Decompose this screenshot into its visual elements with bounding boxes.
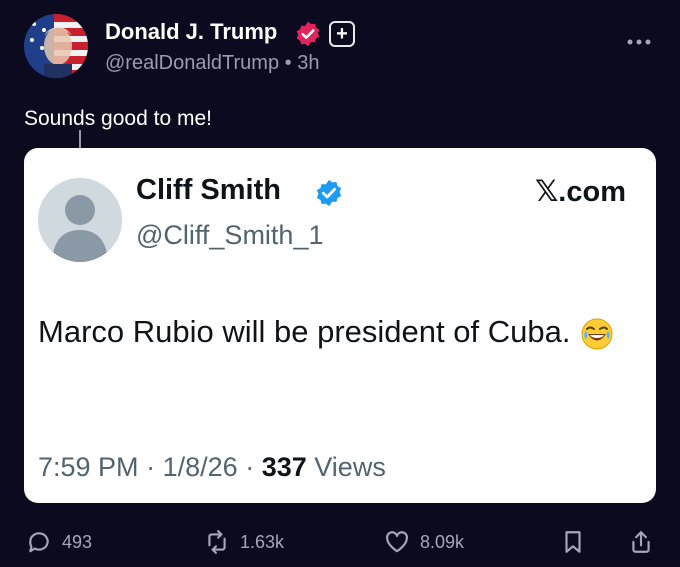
bookmark-icon [565, 531, 581, 553]
meta-separator: · [146, 452, 156, 482]
author-handle: @realDonaldTrump • 3h [105, 52, 319, 75]
separator-dot: • [284, 52, 292, 74]
action-bar: 493 1.63k 8.09k [0, 515, 680, 565]
plus-badge-icon: + [329, 21, 355, 47]
author-avatar[interactable] [24, 14, 88, 78]
verified-badge-icon [296, 21, 320, 47]
reply-count: 493 [62, 531, 93, 552]
quoted-author-handle[interactable]: @Cliff_Smith_1 [136, 220, 323, 251]
post-time[interactable]: 3h [297, 52, 319, 74]
share-icon [632, 531, 650, 553]
bookmark-button[interactable] [560, 529, 586, 555]
quoted-avatar[interactable] [38, 178, 122, 262]
quoted-tweet-card[interactable]: Cliff Smith @Cliff_Smith_1 𝕏.com Marco R… [24, 148, 656, 503]
laughing-emoji-icon [581, 318, 613, 350]
quoted-meta: 7:59 PM · 1/8/26 · 337 Views [38, 452, 386, 483]
more-icon[interactable] [626, 38, 652, 46]
post-text: Sounds good to me! [24, 107, 212, 130]
quoted-date[interactable]: 1/8/26 [163, 452, 238, 482]
repost-icon [208, 530, 226, 554]
quoted-text: Marco Rubio will be president of Cuba. [38, 314, 571, 349]
reply-icon [29, 532, 49, 553]
repost-count: 1.63k [240, 531, 285, 552]
verified-badge-icon [316, 179, 342, 207]
author-name[interactable]: Donald J. Trump [105, 19, 277, 45]
views-count: 337 [261, 452, 307, 482]
like-icon [386, 531, 408, 553]
meta-separator: · [245, 452, 255, 482]
quoted-author-name[interactable]: Cliff Smith [136, 174, 281, 207]
like-count: 8.09k [420, 531, 465, 552]
views-label: Views [314, 452, 386, 482]
handle-text[interactable]: @realDonaldTrump [105, 52, 279, 74]
repost-button[interactable]: 1.63k [204, 529, 284, 555]
share-button[interactable] [628, 529, 654, 555]
quoted-time[interactable]: 7:59 PM [38, 452, 139, 482]
like-button[interactable]: 8.09k [384, 529, 464, 555]
quoted-text-block: Marco Rubio will be president of Cuba. [38, 310, 628, 354]
source-label: 𝕏.com [534, 176, 626, 208]
reply-button[interactable]: 493 [26, 529, 92, 555]
